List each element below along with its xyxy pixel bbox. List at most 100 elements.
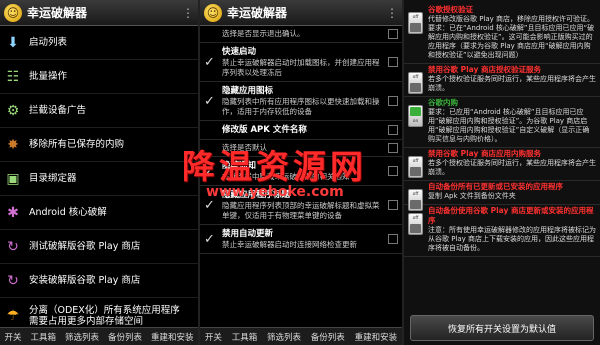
setting-row[interactable]: ✓ 禁用自动更新 禁止幸运破解器启动时连接网络检查更新 — [200, 225, 402, 254]
tab-item[interactable]: 开关 — [205, 331, 222, 343]
setting-title: 禁用自动更新 — [222, 229, 274, 239]
menu-item[interactable]: ☷ 批量操作 — [0, 60, 198, 94]
app-title: 幸运破解器 — [27, 6, 88, 20]
toggle-description: 代替修改版谷歌 Play 商店，移除应用授权许可验证。要求：已在“Android… — [428, 15, 595, 59]
menu-item[interactable]: ▣ 目录绑定器 — [0, 162, 198, 196]
toggle-state-label: off — [412, 192, 419, 197]
toggle-title: 禁用谷歌 Play 商店应用内购服务 — [428, 149, 542, 158]
setting-description: 禁止幸运破解器启动时连接网络检查更新 — [222, 240, 357, 249]
app-logo-icon: ☺ — [204, 3, 222, 22]
tab-item[interactable]: 工具箱 — [232, 331, 258, 343]
setting-checkbox[interactable] — [388, 125, 398, 135]
toggle-knob — [410, 167, 421, 176]
toggle-state-label: off — [412, 75, 419, 80]
tab-item[interactable]: 筛选列表 — [267, 331, 301, 343]
toggle-state-label: off — [412, 159, 419, 164]
setting-checkbox[interactable] — [388, 200, 398, 210]
tab-item[interactable]: 备份列表 — [311, 331, 345, 343]
tab-item[interactable]: 重建和安装 — [355, 331, 398, 343]
toggle-row[interactable]: off 自动备份使用谷歌 Play 商店更新或安装的应用程序 注意：所有使用幸运破解… — [404, 205, 600, 257]
setting-checkbox[interactable] — [388, 29, 398, 39]
menu-item-label: 批量操作 — [29, 71, 67, 82]
app-logo-icon: ☺ — [4, 3, 22, 22]
ad-block-icon: ⚙ — [6, 102, 20, 119]
toggle-row[interactable]: off 自动备份所有已更新或已安装的应用程序 复制 Apk 文件到备份文件夹 — [404, 181, 600, 211]
toggle-switch[interactable]: off — [408, 156, 423, 178]
title-bar: ☺ 幸运破解器 ⋮ — [200, 0, 402, 26]
toggle-title: 谷歌授权验证 — [428, 5, 473, 14]
toggle-switch[interactable]: off — [408, 12, 423, 34]
menu-item-title: 安装破解版谷歌 Play 商店 — [29, 275, 141, 286]
menu-item[interactable]: ⬇ 启动列表 — [0, 26, 198, 60]
tab-item[interactable]: 开关 — [4, 331, 21, 343]
title-bar: ☺ 幸运破解器 ⋮ — [0, 0, 198, 26]
toggle-row[interactable]: on 谷歌内购 要求：已应用“Android 核心破解”且目标应用已应用“破解应用内… — [404, 97, 600, 148]
toggle-knob — [410, 224, 421, 233]
toggle-row[interactable]: off 谷歌授权验证 代替修改版谷歌 Play 商店，移除应用授权许可验证。要求：已… — [404, 4, 600, 64]
setting-row[interactable]: ✓ 快速启动 禁止幸运破解器启动时加载图标，并创建应用程序列表以处理冻后 — [200, 43, 402, 82]
toggle-row[interactable]: off 禁用谷歌 Play 商店应用内购服务 若多个授权验证服务同时运行，某些应用程… — [404, 148, 600, 181]
setting-checkbox[interactable] — [388, 143, 398, 153]
menu-item-label: 移除所有已保存的内购 — [29, 139, 124, 150]
overflow-menu-icon[interactable]: ⋮ — [386, 6, 398, 20]
setting-checkbox[interactable] — [388, 234, 398, 244]
check-icon: ✓ — [204, 198, 215, 213]
app-title: 幸运破解器 — [227, 6, 288, 20]
toggle-title: 自动备份使用谷歌 Play 商店更新或安装的应用程序 — [428, 206, 594, 225]
toggle-knob — [410, 83, 421, 92]
dir-icon: ▣ — [6, 170, 20, 187]
toggle-switch[interactable]: off — [408, 72, 423, 94]
odex-icon: ☂ — [6, 307, 20, 324]
setting-description: 隐藏应用程序列表顶部的幸运破解标题和虚拟菜单键，仅适用于有物理菜单键的设备 — [222, 201, 380, 220]
check-icon: ✓ — [204, 94, 215, 109]
list-icon: ☷ — [6, 68, 20, 85]
menu-item-subtitle: 需要占用更多内部存储空间 — [29, 315, 144, 327]
setting-row[interactable]: 修改版 APK 文件名称 — [200, 121, 402, 140]
menu-list: ⬇ 启动列表 ☷ 批量操作 ⚙ 拦截设备广告 ✸ 移除所有已保存的内购 ▣ 目录绑定器 ✱ Andro… — [0, 26, 198, 334]
bottom-tab-bar: 开关 工具箱 筛选列表 备份列表 重建和安装 — [0, 327, 198, 345]
toggle-switch[interactable]: off — [408, 213, 423, 235]
menu-item-label: 测试破解版谷歌 Play 商店 — [29, 241, 140, 252]
toggle-state-label: off — [412, 216, 419, 221]
menu-item-title: 批量操作 — [29, 71, 68, 82]
tab-item[interactable]: 筛选列表 — [65, 331, 99, 343]
tab-item[interactable]: 重建和安装 — [151, 331, 194, 343]
menu-item[interactable]: ↻ 测试破解版谷歌 Play 商店 — [0, 230, 198, 264]
menu-item-label: 拦截设备广告 — [29, 105, 86, 116]
setting-title: 修改版 APK 文件名称 — [222, 125, 307, 135]
tab-item[interactable]: 工具箱 — [30, 331, 56, 343]
setting-row[interactable]: ✓ 隐藏应用图标 隐藏列表中所有应用程序图标以更快速加载和操作，适用于内存较低的设备 — [200, 82, 402, 121]
menu-item-label: 安装破解版谷歌 Play 商店 — [29, 275, 140, 286]
install-icon: ↻ — [7, 272, 19, 289]
menu-item-label: 分离（ODEX化）所有系统应用程序 需要占用更多内部存储空间 — [29, 305, 180, 327]
setting-description: 隐藏列表中所有应用程序图标以更快速加载和操作，适用于内存较低的设备 — [222, 97, 380, 116]
menu-item-label: 目录绑定器 — [29, 173, 77, 184]
toggle-state-label: on — [412, 119, 419, 124]
reset-toggles-button[interactable]: 恢复所有开关设置为默认值 — [410, 315, 594, 341]
menu-item-title: 拦截设备广告 — [29, 105, 87, 116]
toggle-switch[interactable]: on — [408, 105, 423, 127]
menu-item[interactable]: ↻ 安装破解版谷歌 Play 商店 — [0, 264, 198, 298]
toggle-title: 谷歌内购 — [428, 98, 458, 107]
menu-item-label: 启动列表 — [29, 37, 67, 48]
menu-item[interactable]: ✱ Android 核心破解 — [0, 196, 198, 230]
menu-item-title: 移除所有已保存的内购 — [29, 139, 125, 150]
menu-item-label: Android 核心破解 — [29, 207, 107, 218]
menu-item-title: Android 核心破解 — [29, 207, 107, 218]
check-icon: ✓ — [204, 55, 215, 70]
toggle-description: 注意：所有使用幸运破解器修改的应用程序将被标记为从谷歌 Play 商店上下载安装… — [428, 226, 596, 252]
overflow-menu-icon[interactable]: ⋮ — [182, 6, 194, 20]
menu-item[interactable]: ⚙ 拦截设备广告 — [0, 94, 198, 128]
toggle-description: 复制 Apk 文件到备份文件夹 — [428, 192, 516, 200]
setting-row[interactable]: 选择是否显示退出确认。 — [200, 26, 402, 43]
setting-checkbox[interactable] — [388, 96, 398, 106]
menu-item[interactable]: ✸ 移除所有已保存的内购 — [0, 128, 198, 162]
setting-checkbox[interactable] — [388, 166, 398, 176]
toggle-title: 禁用谷歌 Play 商店授权验证服务 — [428, 65, 542, 74]
toggle-row[interactable]: off 禁用谷歌 Play 商店授权验证服务 若多个授权验证服务同时运行，某些应用程… — [404, 64, 600, 97]
toggles-panel: off 谷歌授权验证 代替修改版谷歌 Play 商店，移除应用授权许可验证。要求：已… — [404, 0, 600, 345]
android-core-icon: ✱ — [7, 204, 19, 221]
setting-checkbox[interactable] — [388, 57, 398, 67]
tab-item[interactable]: 备份列表 — [108, 331, 142, 343]
toggle-state-label: off — [412, 15, 419, 20]
